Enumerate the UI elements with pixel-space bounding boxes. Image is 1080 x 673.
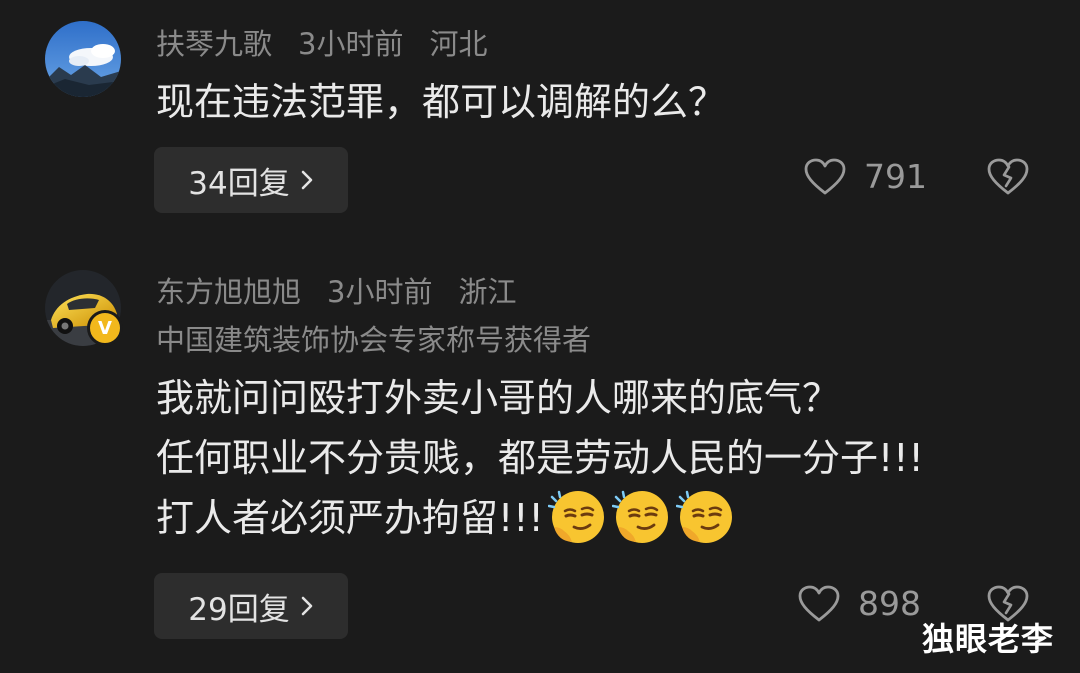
replies-button[interactable]: 29回复 (154, 573, 348, 639)
username[interactable]: 东方旭旭旭 (156, 275, 301, 309)
sky-clouds-mountain-avatar-image (45, 21, 121, 97)
heart-outline-icon (804, 158, 846, 196)
chevron-right-icon (300, 595, 314, 617)
smirk-thinking-emoji (675, 490, 732, 543)
comment-line: 任何职业不分贵贱，都是劳动人民的一分子!!! (156, 436, 924, 480)
comment-text[interactable]: 我就问问殴打外卖小哥的人哪来的底气？ 任何职业不分贵贱，都是劳动人民的一分子!!… (156, 368, 924, 551)
comment-text[interactable]: 现在违法范罪，都可以调解的么？ (156, 72, 726, 132)
broken-heart-icon (987, 158, 1029, 200)
replies-label: 29回复 (188, 591, 290, 628)
location: 浙江 (458, 275, 517, 309)
replies-button[interactable]: 34回复 (154, 147, 348, 213)
comment-line: 打人者必须严办拘留!!! (156, 496, 544, 540)
watermark: 独眼老李 (922, 620, 1055, 658)
like-button[interactable]: 898 (798, 584, 921, 623)
like-count: 898 (858, 584, 921, 623)
dislike-button[interactable] (987, 158, 1029, 200)
emoji-group (547, 487, 736, 547)
like-count: 791 (864, 157, 927, 196)
like-button[interactable]: 791 (804, 157, 927, 196)
smirk-thinking-emoji (611, 490, 668, 543)
verified-badge-label: V (98, 317, 112, 339)
comment-meta: 东方旭旭旭 3小时前 浙江 (156, 278, 516, 307)
user-title: 中国建筑装饰协会专家称号获得者 (156, 323, 592, 357)
comment-line: 我就问问殴打外卖小哥的人哪来的底气？ (156, 376, 841, 420)
comment-line: 现在违法范罪，都可以调解的么？ (156, 80, 727, 124)
location: 河北 (429, 27, 488, 61)
timestamp: 3小时前 (327, 275, 433, 309)
username[interactable]: 扶琴九歌 (156, 27, 272, 61)
user-avatar[interactable] (45, 21, 121, 97)
verified-badge-icon: V (87, 310, 123, 346)
replies-label: 34回复 (188, 165, 290, 202)
comment-meta: 扶琴九歌 3小时前 河北 (156, 30, 487, 59)
heart-outline-icon (798, 585, 840, 623)
comment-line-with-emoji: 打人者必须严办拘留!!! (156, 488, 924, 551)
chevron-right-icon (300, 169, 314, 191)
smirk-thinking-emoji (547, 490, 604, 543)
timestamp: 3小时前 (298, 27, 404, 61)
